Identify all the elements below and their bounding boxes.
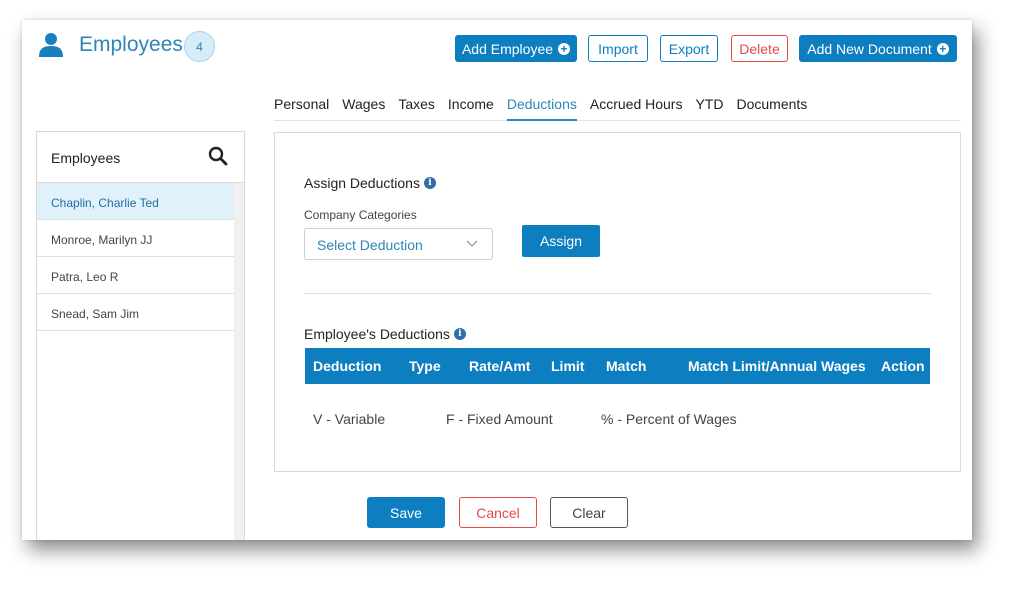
info-icon[interactable]: i [453,328,466,340]
company-categories-label: Company Categories [304,208,417,222]
plus-circle-icon: + [936,42,949,55]
assign-deductions-title: Assign Deductions [304,175,420,191]
column-header-deduction[interactable]: Deduction [313,358,381,374]
deductions-panel: Assign Deductions i Company Categories S… [274,132,961,472]
chevron-down-icon [466,240,478,247]
employee-list: Chaplin, Charlie Ted Monroe, Marilyn JJ … [37,183,234,331]
column-header-match-limit[interactable]: Match Limit/Annual Wages [688,358,866,374]
tab-accrued-hours[interactable]: Accrued Hours [590,94,683,121]
employee-list-item[interactable]: Monroe, Marilyn JJ [37,220,234,257]
column-header-type[interactable]: Type [409,358,441,374]
employee-count-badge: 4 [184,31,215,62]
column-header-rate-amt[interactable]: Rate/Amt [469,358,530,374]
employee-list-item[interactable]: Chaplin, Charlie Ted [37,183,234,220]
clear-button[interactable]: Clear [550,497,628,528]
assign-button[interactable]: Assign [522,225,600,257]
cancel-button[interactable]: Cancel [459,497,537,528]
employee-list-item[interactable]: Patra, Leo R [37,257,234,294]
column-header-match[interactable]: Match [606,358,646,374]
add-employee-button[interactable]: Add Employee + [455,35,577,62]
employee-deductions-title: Employee's Deductions [304,326,450,342]
delete-button[interactable]: Delete [731,35,788,62]
page-header: Employees 4 Add Employee + Import Export… [22,20,972,80]
import-button[interactable]: Import [588,35,648,62]
app-window: Employees 4 Add Employee + Import Export… [22,20,972,540]
sidebar-scrollbar[interactable] [234,183,244,540]
tab-deductions[interactable]: Deductions [506,94,577,121]
page-title: Employees [79,33,183,56]
save-button[interactable]: Save [367,497,445,528]
tab-taxes[interactable]: Taxes [398,94,435,121]
employee-tabs: Personal Wages Taxes Income Deductions A… [274,94,961,121]
search-icon[interactable] [208,146,228,166]
section-divider [304,293,931,294]
tab-wages[interactable]: Wages [342,94,385,121]
tab-income[interactable]: Income [448,94,494,121]
sidebar-header: Employees [37,132,244,183]
add-new-document-button[interactable]: Add New Document + [799,35,957,62]
export-button[interactable]: Export [660,35,718,62]
plus-circle-icon: + [558,42,571,55]
legend-percent-of-wages: % - Percent of Wages [601,411,737,427]
tab-documents[interactable]: Documents [736,94,807,121]
column-header-action[interactable]: Action [881,358,925,374]
legend-variable: V - Variable [313,411,386,427]
column-header-limit[interactable]: Limit [551,358,584,374]
select-deduction-dropdown[interactable]: Select Deduction [304,228,493,260]
employee-deductions-heading: Employee's Deductions i [304,326,466,342]
employee-list-item[interactable]: Snead, Sam Jim [37,294,234,331]
deductions-table-header: Deduction Type Rate/Amt Limit Match Matc… [305,348,930,384]
user-icon [39,33,63,57]
info-icon[interactable]: i [423,177,436,189]
employee-sidebar: Employees Chaplin, Charlie Ted Monroe, M… [36,131,245,540]
assign-deductions-heading: Assign Deductions i [304,175,436,191]
sidebar-title: Employees [51,150,121,166]
add-employee-label: Add Employee [461,40,554,57]
select-deduction-value: Select Deduction [317,237,423,253]
tab-ytd[interactable]: YTD [695,94,723,121]
legend-fixed-amount: F - Fixed Amount [446,411,553,427]
add-new-document-label: Add New Document [807,40,932,57]
tab-personal[interactable]: Personal [274,94,329,121]
